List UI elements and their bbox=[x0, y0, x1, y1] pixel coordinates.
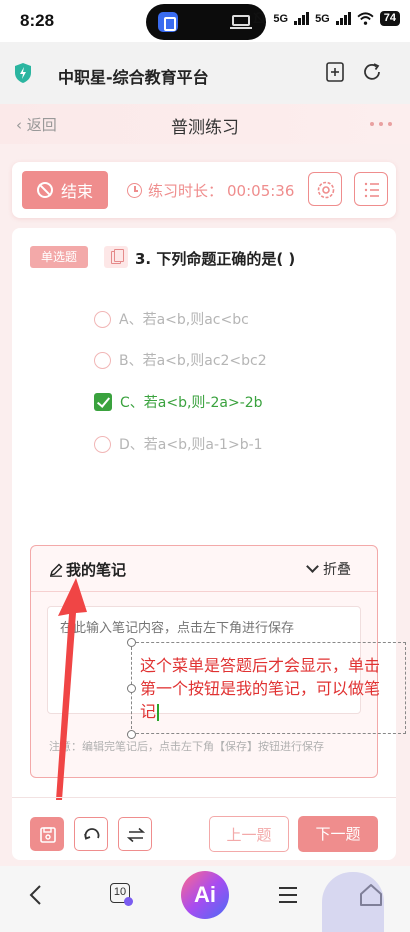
menu-icon[interactable] bbox=[275, 882, 301, 908]
signal-icon-2 bbox=[335, 12, 351, 25]
red-arrow-annotation bbox=[56, 578, 87, 800]
laptop-icon bbox=[230, 15, 252, 29]
site-title: 中职星-综合教育平台 bbox=[58, 68, 209, 87]
swap-icon bbox=[126, 827, 146, 843]
dynamic-island bbox=[146, 4, 266, 40]
option-label: D、若a<b,则a-1>b-1 bbox=[119, 437, 263, 453]
clock-icon bbox=[127, 183, 142, 198]
option-a[interactable]: A、若a<b,则ac<bc bbox=[94, 308, 249, 330]
status-time: 8:28 bbox=[20, 11, 55, 30]
annotation-text: 这个菜单是答题后才会显示，单击第一个按钮是我的笔记，可以做笔记 bbox=[140, 654, 395, 723]
back-icon[interactable] bbox=[24, 882, 50, 908]
resize-handle[interactable] bbox=[127, 638, 136, 647]
question-text: 3. 下列命题正确的是( ) bbox=[135, 250, 296, 268]
settings-button[interactable] bbox=[308, 172, 342, 206]
radio-icon bbox=[94, 351, 111, 369]
list-icon bbox=[364, 182, 379, 198]
radio-icon bbox=[94, 310, 111, 328]
save-note-button[interactable] bbox=[30, 817, 64, 851]
option-d[interactable]: D、若a<b,则a-1>b-1 bbox=[94, 433, 263, 455]
option-label: C、若a<b,则-2a>-2b bbox=[120, 395, 263, 411]
battery-indicator: 74 bbox=[379, 11, 400, 26]
option-b[interactable]: B、若a<b,则ac2<bc2 bbox=[94, 349, 267, 371]
radio-icon bbox=[94, 435, 111, 453]
network-label-1: 5G bbox=[273, 12, 289, 25]
text-caret bbox=[157, 704, 160, 721]
practice-control-bar: 结束 练习时长： 00:05:36 bbox=[12, 162, 396, 218]
more-icon[interactable] bbox=[370, 122, 392, 126]
reset-button[interactable] bbox=[74, 817, 108, 851]
question-type-badge: 单选题 bbox=[30, 246, 88, 268]
gear-icon bbox=[317, 181, 335, 199]
previous-question-button[interactable]: 上一题 bbox=[209, 816, 289, 852]
chevron-down-icon bbox=[306, 560, 319, 573]
refresh-icon bbox=[84, 828, 100, 840]
annotation-text-content: 这个菜单是答题后才会显示，单击第一个按钮是我的笔记，可以做笔记 bbox=[140, 656, 381, 721]
page-header: ‹ 返回 普测练习 bbox=[0, 104, 410, 144]
end-practice-button[interactable]: 结束 bbox=[22, 171, 108, 209]
next-question-button[interactable]: 下一题 bbox=[298, 816, 378, 852]
shield-icon bbox=[15, 63, 31, 83]
page-title: 普测练习 bbox=[171, 118, 239, 138]
option-label: B、若a<b,则ac2<bc2 bbox=[119, 353, 267, 369]
wifi-icon bbox=[357, 12, 374, 25]
checkmark-icon bbox=[94, 393, 112, 411]
resize-handle[interactable] bbox=[127, 684, 136, 693]
end-label: 结束 bbox=[60, 182, 93, 201]
timer-value: 00:05:36 bbox=[227, 181, 295, 200]
app-icon bbox=[158, 12, 178, 32]
fold-toggle[interactable]: 折叠 bbox=[306, 559, 351, 579]
timer-label: 练习时长： bbox=[148, 182, 224, 200]
network-label-2: 5G bbox=[315, 12, 330, 25]
status-bar: 8:28 5G 5G 74 bbox=[0, 0, 410, 42]
fold-label: 折叠 bbox=[323, 562, 351, 578]
practice-timer: 练习时长： 00:05:36 bbox=[127, 180, 294, 201]
copy-icon[interactable] bbox=[104, 246, 128, 268]
option-c[interactable]: C、若a<b,则-2a>-2b bbox=[94, 391, 263, 413]
add-bookmark-icon[interactable] bbox=[324, 61, 346, 83]
ban-icon bbox=[36, 182, 53, 198]
ai-assistant-button[interactable]: Ai bbox=[181, 871, 229, 919]
option-label: A、若a<b,则ac<bc bbox=[119, 312, 249, 328]
status-icons: 5G 5G 74 bbox=[252, 11, 400, 26]
save-icon bbox=[40, 827, 56, 843]
question-list-button[interactable] bbox=[354, 172, 388, 206]
divider bbox=[12, 797, 396, 798]
mute-bell-icon bbox=[253, 12, 267, 25]
signal-icon bbox=[294, 12, 310, 25]
switch-button[interactable] bbox=[118, 817, 152, 851]
resize-handle[interactable] bbox=[127, 730, 136, 739]
ghost-decoration bbox=[322, 872, 384, 932]
notification-dot bbox=[124, 897, 133, 906]
browser-bar: 中职星-综合教育平台 bbox=[0, 42, 410, 104]
reload-icon[interactable] bbox=[361, 61, 383, 83]
